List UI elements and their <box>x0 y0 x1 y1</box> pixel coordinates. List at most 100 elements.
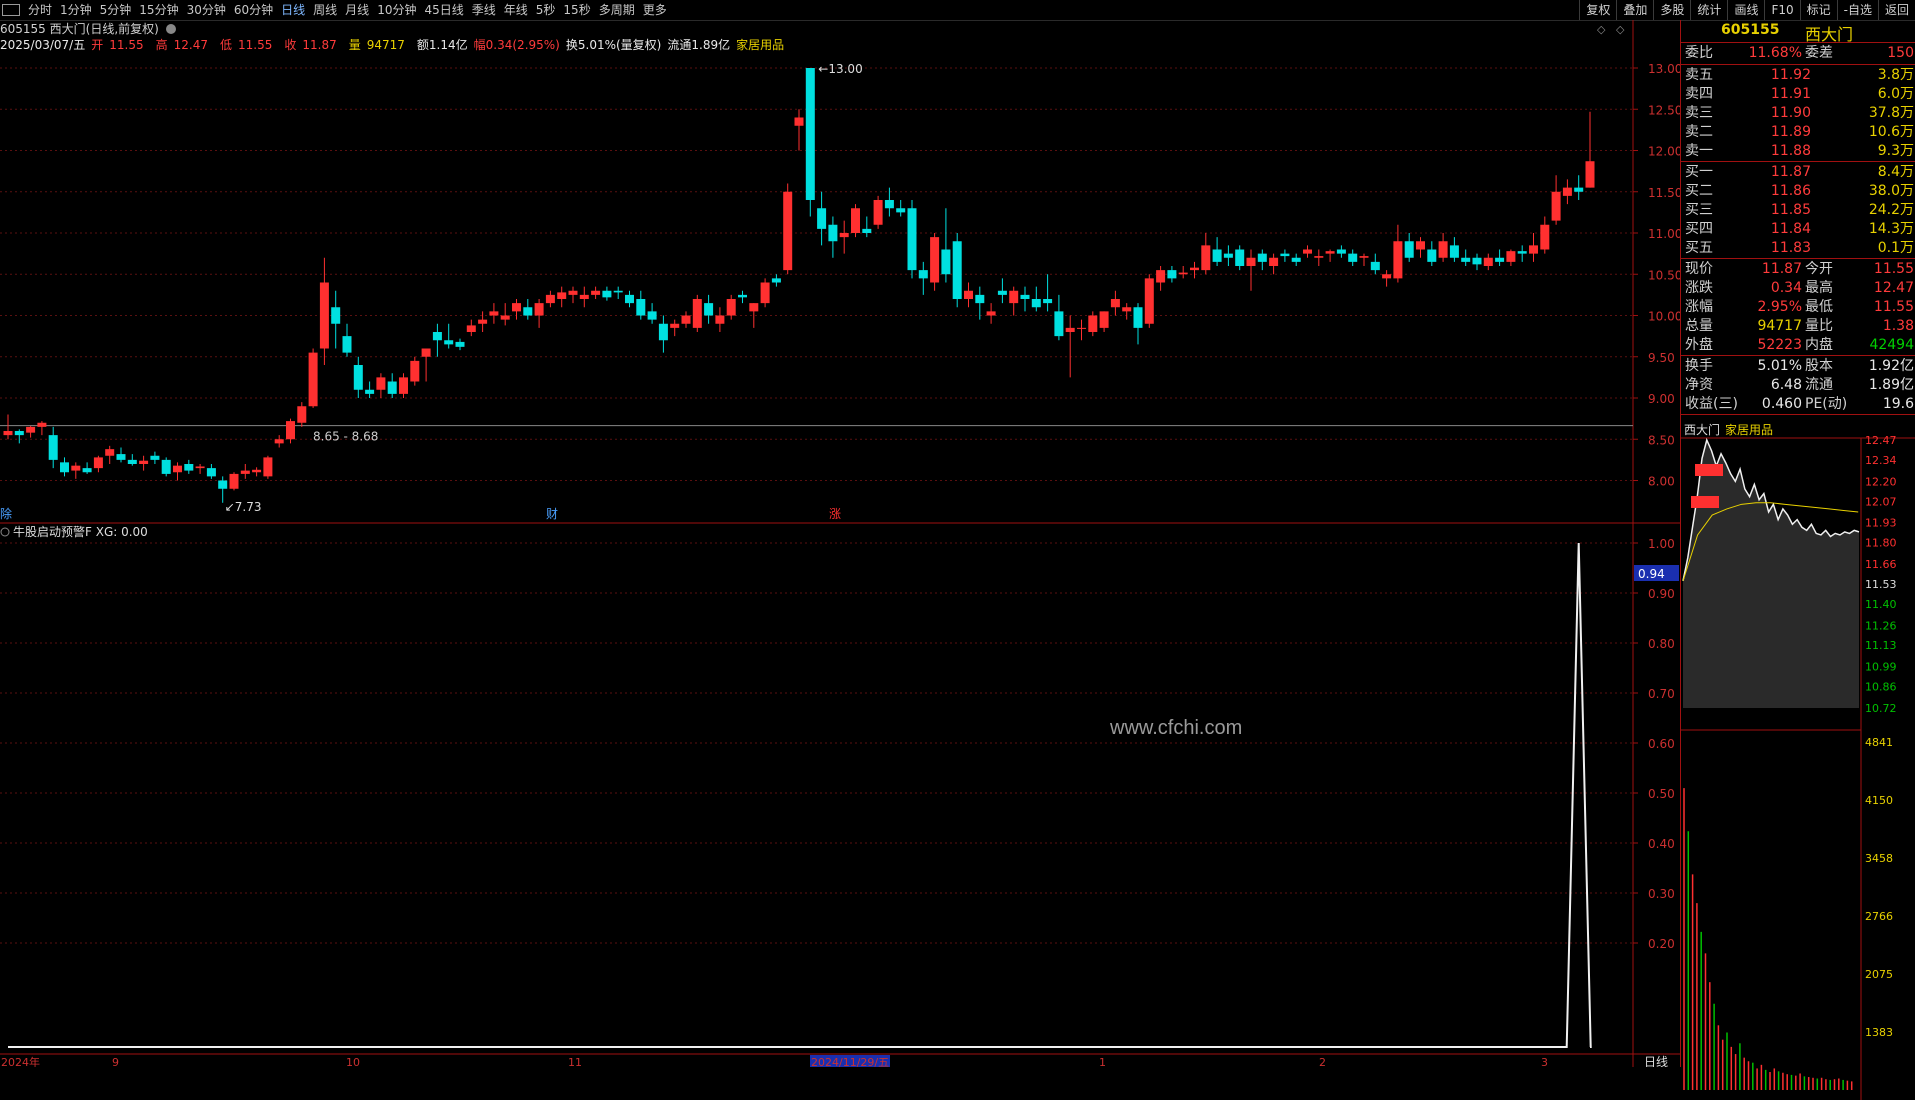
candle-body <box>286 421 295 440</box>
candle-body <box>805 68 815 200</box>
candle-body <box>1269 257 1279 266</box>
mini-vol-tick: 4841 <box>1865 736 1893 749</box>
row-label-2: 内盘 <box>1805 337 1833 353</box>
x-axis-label: 9 <box>112 1056 119 1067</box>
divider <box>1681 355 1915 356</box>
ask-volume: 3.8万 <box>1877 67 1914 83</box>
kline-chart[interactable]: 13.0012.5012.0011.5011.0010.5010.009.509… <box>0 0 1680 1067</box>
indicator-tick-label: 0.70 <box>1648 687 1675 701</box>
indicator-current-value: 0.94 <box>1638 567 1665 581</box>
ask-row[interactable]: 卖一 11.88 9.3万 <box>1681 142 1915 161</box>
candle-body <box>997 290 1007 295</box>
candle-body <box>964 290 973 299</box>
candle-body <box>658 323 668 341</box>
candle-body <box>195 466 205 469</box>
candle-body <box>331 307 341 324</box>
mini-price-tick: 11.40 <box>1865 598 1897 611</box>
divider <box>1681 161 1915 162</box>
marker-limit: 涨 <box>829 506 841 521</box>
stat-row: 现价 11.87 今开 11.55 <box>1681 260 1915 279</box>
candle-body <box>1178 272 1188 275</box>
ask-price: 11.89 <box>1770 124 1811 140</box>
x-axis-label: 1 <box>1099 1056 1106 1067</box>
mini-title: 西大门 <box>1684 422 1720 437</box>
candle-body <box>828 224 838 242</box>
ask-volume: 6.0万 <box>1877 86 1914 102</box>
ask-row[interactable]: 卖三 11.90 37.8万 <box>1681 104 1915 123</box>
x-axis-label: 2 <box>1319 1056 1326 1067</box>
price-tick-label: 9.50 <box>1648 351 1675 365</box>
ask-label: 卖四 <box>1685 86 1713 102</box>
tool-button[interactable]: F10 <box>1764 0 1799 20</box>
indicator-tick-label: 0.90 <box>1648 587 1675 601</box>
bid-row[interactable]: 买三 11.85 24.2万 <box>1681 201 1915 220</box>
row-value: 94717 <box>1757 318 1802 334</box>
candle-body <box>602 290 612 298</box>
ask-price: 11.90 <box>1770 105 1811 121</box>
candle-body <box>1065 327 1075 332</box>
candle-body <box>975 294 985 304</box>
mini-price-tick: 12.34 <box>1865 454 1897 467</box>
mini-price-tick: 11.53 <box>1865 578 1897 591</box>
bid-row[interactable]: 买一 11.87 8.4万 <box>1681 163 1915 182</box>
tool-button[interactable]: 返回 <box>1877 0 1915 20</box>
mini-vol-tick: 4150 <box>1865 794 1893 807</box>
candle-body <box>1325 251 1335 254</box>
tool-button[interactable]: 统计 <box>1690 0 1727 20</box>
candle-body <box>82 468 92 473</box>
tool-button[interactable]: -自选 <box>1836 0 1878 20</box>
candle-body <box>568 290 578 295</box>
candle-body <box>851 208 860 233</box>
candle-body <box>749 303 759 312</box>
ask-label: 卖二 <box>1685 124 1713 140</box>
x-axis-label: 2024年 <box>1 1055 40 1067</box>
candle-body <box>1303 249 1312 254</box>
bid-volume: 38.0万 <box>1868 183 1914 199</box>
candle-body <box>139 460 149 464</box>
price-tick-label: 12.50 <box>1648 103 1680 117</box>
marker-ex-right: 除 <box>0 506 12 521</box>
candle-body <box>1336 249 1346 254</box>
candle-body <box>670 323 680 328</box>
candle-body <box>1133 307 1143 328</box>
candle-body <box>1246 257 1256 266</box>
row-label-2: 股本 <box>1805 358 1833 374</box>
expand-icon: ◇ <box>1616 23 1625 36</box>
candle-body <box>1517 251 1527 254</box>
candle-body <box>1088 315 1098 332</box>
candle-body <box>455 341 465 347</box>
candle-body <box>26 426 36 433</box>
bid-price: 11.83 <box>1770 240 1811 256</box>
candle-body <box>1585 161 1595 188</box>
ask-row[interactable]: 卖四 11.91 6.0万 <box>1681 85 1915 104</box>
candle-body <box>71 465 81 471</box>
indicator-tick-label: 0.50 <box>1648 787 1675 801</box>
bid-price: 11.87 <box>1770 164 1811 180</box>
stat-row: 换手 5.01% 股本 1.92亿 <box>1681 357 1915 376</box>
bid-label: 买二 <box>1685 183 1713 199</box>
candle-body <box>478 319 488 324</box>
bid-row[interactable]: 买五 11.83 0.1万 <box>1681 239 1915 258</box>
price-tick-label: 12.00 <box>1648 145 1680 159</box>
ask-volume: 10.6万 <box>1868 124 1914 140</box>
indicator-settings-icon <box>0 527 10 537</box>
x-axis-label: 11 <box>568 1056 582 1067</box>
bid-row[interactable]: 买二 11.86 38.0万 <box>1681 182 1915 201</box>
range-annotation: 8.65 - 8.68 <box>313 430 378 444</box>
ask-row[interactable]: 卖二 11.89 10.6万 <box>1681 123 1915 142</box>
candle-body <box>941 249 951 275</box>
tool-button[interactable]: 标记 <box>1799 0 1837 20</box>
candle-body <box>1393 241 1403 279</box>
row-label-2: 最高 <box>1805 280 1833 296</box>
bid-row[interactable]: 买四 11.84 14.3万 <box>1681 220 1915 239</box>
price-tick-label: 10.50 <box>1648 268 1680 282</box>
ask-row[interactable]: 卖五 11.92 3.8万 <box>1681 66 1915 85</box>
intraday-mini-chart[interactable]: 西大门 家居用品 12.47 12.34 12.20 12.07 11.93 11.80 11.… <box>1681 400 1915 1100</box>
bid-volume: 14.3万 <box>1868 221 1914 237</box>
x-axis-corner-label: 日线 <box>1644 1055 1668 1067</box>
tool-button[interactable]: 画线 <box>1727 0 1764 20</box>
candle-body <box>704 303 714 316</box>
panel-code: 605155 <box>1721 22 1780 38</box>
candle-body <box>432 332 442 341</box>
candle-body <box>500 315 510 320</box>
